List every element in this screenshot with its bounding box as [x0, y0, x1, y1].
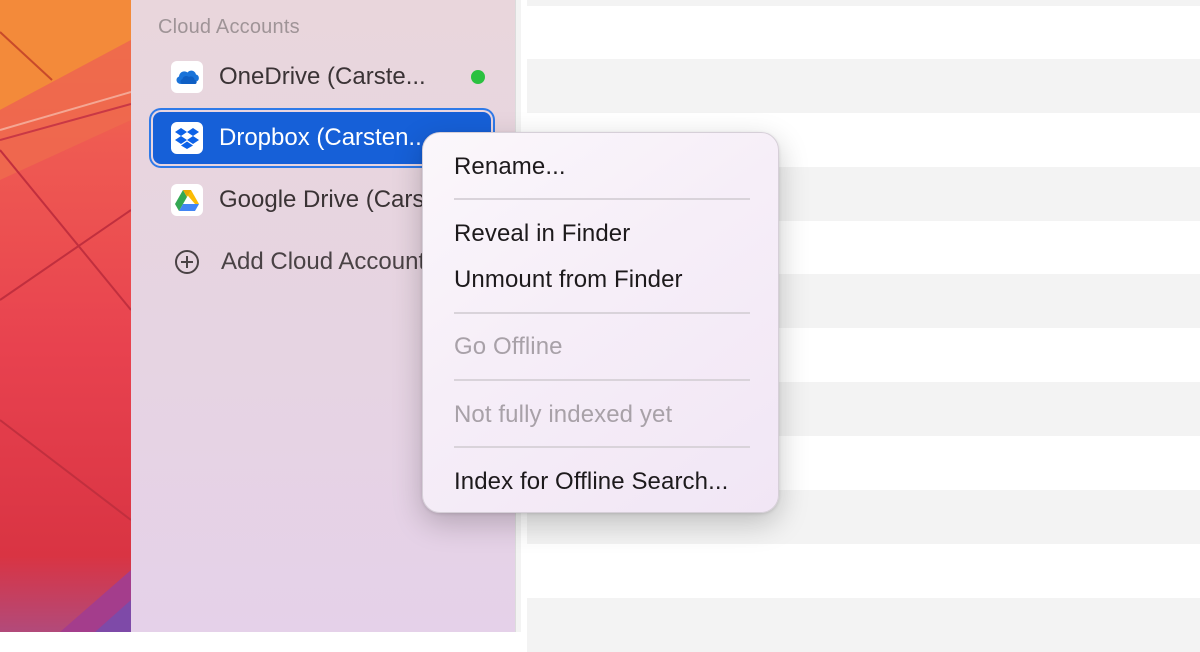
menu-item-not-fully-indexed: Not fully indexed yet: [454, 401, 673, 428]
sidebar-item-onedrive[interactable]: OneDrive (Carste...: [153, 51, 491, 103]
menu-separator: [454, 198, 750, 200]
status-online-indicator: [471, 70, 485, 84]
menu-item-reveal-in-finder[interactable]: Reveal in Finder: [454, 220, 630, 248]
list-row[interactable]: [527, 0, 1200, 6]
menu-separator: [454, 312, 750, 314]
wallpaper-graphic: [0, 0, 131, 632]
sidebar-item-label: Dropbox (Carsten...: [219, 124, 429, 151]
dropbox-icon: [171, 122, 203, 154]
menu-separator: [454, 379, 750, 381]
desktop-wallpaper: [0, 0, 131, 632]
menu-item-go-offline: Go Offline: [454, 333, 563, 360]
sidebar-item-label: OneDrive (Carste...: [219, 63, 426, 90]
list-row[interactable]: [527, 598, 1200, 652]
section-header-cloud-accounts: Cloud Accounts: [158, 16, 300, 38]
google-drive-icon: [171, 184, 203, 216]
menu-item-index-for-offline-search[interactable]: Index for Offline Search...: [454, 468, 728, 496]
list-row[interactable]: [527, 59, 1200, 113]
menu-item-rename[interactable]: Rename...: [454, 153, 566, 181]
menu-separator: [454, 446, 750, 448]
menu-item-unmount-from-finder[interactable]: Unmount from Finder: [454, 266, 683, 294]
onedrive-icon: [171, 61, 203, 93]
context-menu: Rename... Reveal in Finder Unmount from …: [422, 132, 779, 513]
plus-circle-icon: [175, 250, 199, 274]
add-cloud-account-label: Add Cloud Account: [221, 248, 426, 275]
